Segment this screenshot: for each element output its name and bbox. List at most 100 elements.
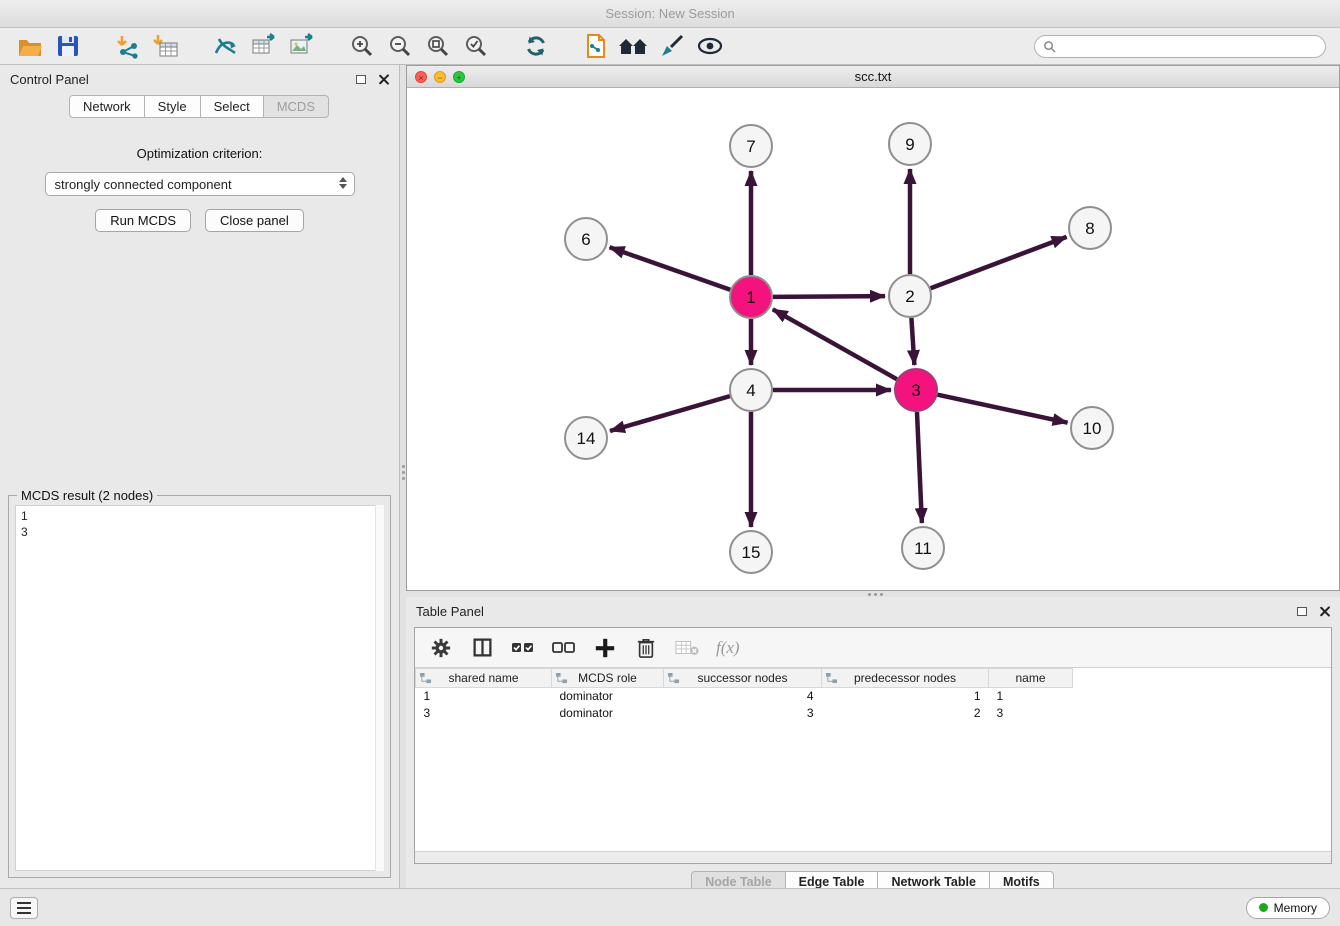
edge-3-10[interactable]	[938, 395, 1068, 423]
node-2[interactable]: 2	[889, 275, 931, 317]
maximize-window-icon[interactable]: +	[453, 71, 465, 83]
node-14[interactable]: 14	[565, 417, 607, 459]
svg-text:1: 1	[746, 288, 755, 307]
node-table-body: 1dominator4113dominator323	[416, 688, 1073, 722]
function-builder-icon: f(x)	[716, 638, 740, 658]
close-table-panel-icon[interactable]	[1319, 606, 1330, 617]
refresh-icon[interactable]	[520, 31, 552, 61]
tab-select[interactable]: Select	[200, 95, 264, 118]
tab-mcds[interactable]: MCDS	[263, 95, 329, 118]
column-header-mcds-role[interactable]: MCDS role	[552, 669, 664, 688]
column-header-name[interactable]: name	[989, 669, 1073, 688]
node-7[interactable]: 7	[730, 125, 772, 167]
node-9[interactable]: 9	[889, 123, 931, 165]
table-panel-inner: f(x) shared name MCDS role successor	[414, 627, 1332, 864]
node-10[interactable]: 10	[1071, 407, 1113, 449]
edge-3-11[interactable]	[917, 412, 922, 523]
memory-status-icon	[1259, 903, 1268, 912]
table-horizontal-scrollbar[interactable]	[415, 851, 1331, 863]
home-icon[interactable]	[618, 31, 650, 61]
edge-2-8[interactable]	[931, 237, 1067, 288]
node-15[interactable]: 15	[730, 531, 772, 573]
tab-network[interactable]: Network	[69, 95, 145, 118]
memory-button[interactable]: Memory	[1246, 897, 1330, 919]
share-network-icon[interactable]	[210, 31, 242, 61]
main-toolbar	[0, 28, 1340, 65]
svg-text:11: 11	[914, 539, 932, 558]
task-history-button[interactable]	[10, 897, 38, 919]
node-8[interactable]: 8	[1069, 207, 1111, 249]
column-header-predecessor-nodes[interactable]: predecessor nodes	[822, 669, 989, 688]
open-folder-icon[interactable]	[14, 31, 46, 61]
delete-column-icon[interactable]	[634, 636, 658, 660]
close-window-icon[interactable]: ×	[415, 71, 427, 83]
node-11[interactable]: 11	[902, 527, 944, 569]
svg-text:7: 7	[746, 137, 755, 156]
eye-icon[interactable]	[694, 31, 726, 61]
control-panel-tabs: Network Style Select MCDS	[0, 95, 399, 118]
node-3[interactable]: 3	[895, 369, 937, 411]
status-bar: Memory	[0, 888, 1340, 926]
close-panel-button[interactable]: Close panel	[205, 209, 304, 232]
list-icon	[17, 902, 31, 914]
column-header-shared-name[interactable]: shared name	[416, 669, 552, 688]
mcds-result-text[interactable]: 1 3	[15, 505, 384, 871]
export-table-icon[interactable]	[248, 31, 280, 61]
network-canvas[interactable]: 7 9 6 8 1 2 4 3 14 10 15 11	[407, 88, 1339, 589]
table-panel-header: Table Panel	[406, 597, 1340, 625]
edge-4-14[interactable]	[610, 396, 730, 431]
node-1[interactable]: 1	[730, 276, 772, 318]
table-row[interactable]: 1dominator411	[416, 688, 1073, 705]
table-empty-area	[415, 722, 1331, 852]
node-table: shared name MCDS role successor nodes pr…	[415, 668, 1073, 722]
svg-text:9: 9	[905, 135, 914, 154]
dropdown-stepper-icon	[339, 177, 347, 189]
add-column-icon[interactable]	[593, 636, 617, 660]
hierarchy-icon	[668, 673, 679, 684]
select-all-icon[interactable]	[511, 636, 535, 660]
float-table-panel-icon[interactable]	[1297, 607, 1307, 616]
tab-style[interactable]: Style	[144, 95, 201, 118]
svg-text:2: 2	[905, 287, 914, 306]
optimization-criterion-select[interactable]: strongly connected component	[45, 172, 355, 196]
edge-3-1[interactable]	[773, 309, 897, 379]
style-brush-icon[interactable]	[656, 31, 688, 61]
svg-text:15: 15	[742, 543, 761, 562]
import-table-icon[interactable]	[150, 31, 182, 61]
table-toolbar: f(x)	[415, 628, 1331, 668]
node-4[interactable]: 4	[730, 369, 772, 411]
minimize-window-icon[interactable]: −	[434, 71, 446, 83]
edge-1-2[interactable]	[773, 296, 885, 297]
memory-label: Memory	[1274, 901, 1317, 915]
svg-text:6: 6	[581, 230, 590, 249]
edge-1-6[interactable]	[610, 247, 731, 289]
run-mcds-button[interactable]: Run MCDS	[95, 209, 191, 232]
zoom-out-icon[interactable]	[384, 31, 416, 61]
close-panel-icon[interactable]	[378, 74, 389, 85]
hierarchy-icon	[826, 673, 837, 684]
zoom-selected-icon[interactable]	[460, 31, 492, 61]
float-panel-icon[interactable]	[356, 75, 366, 84]
table-panel: Table Panel	[406, 597, 1340, 888]
zoom-fit-icon[interactable]	[422, 31, 454, 61]
toolbar-search[interactable]	[1034, 35, 1326, 58]
save-icon[interactable]	[52, 31, 84, 61]
zoom-in-icon[interactable]	[346, 31, 378, 61]
deselect-all-icon[interactable]	[552, 636, 576, 660]
table-row[interactable]: 3dominator323	[416, 705, 1073, 722]
clone-view-icon[interactable]	[580, 31, 612, 61]
import-network-icon[interactable]	[112, 31, 144, 61]
window-titlebar: Session: New Session	[0, 0, 1340, 28]
result-scrollbar[interactable]	[375, 505, 384, 871]
svg-text:3: 3	[911, 381, 920, 400]
node-6[interactable]: 6	[565, 218, 607, 260]
export-image-icon[interactable]	[286, 31, 318, 61]
search-input[interactable]	[1061, 39, 1317, 53]
columns-icon[interactable]	[470, 636, 494, 660]
gear-icon[interactable]	[429, 636, 453, 660]
dropdown-value: strongly connected component	[55, 177, 232, 192]
delete-table-icon	[675, 636, 699, 660]
optimization-criterion-label: Optimization criterion:	[0, 146, 399, 161]
edge-2-3[interactable]	[911, 318, 914, 365]
column-header-successor-nodes[interactable]: successor nodes	[664, 669, 822, 688]
